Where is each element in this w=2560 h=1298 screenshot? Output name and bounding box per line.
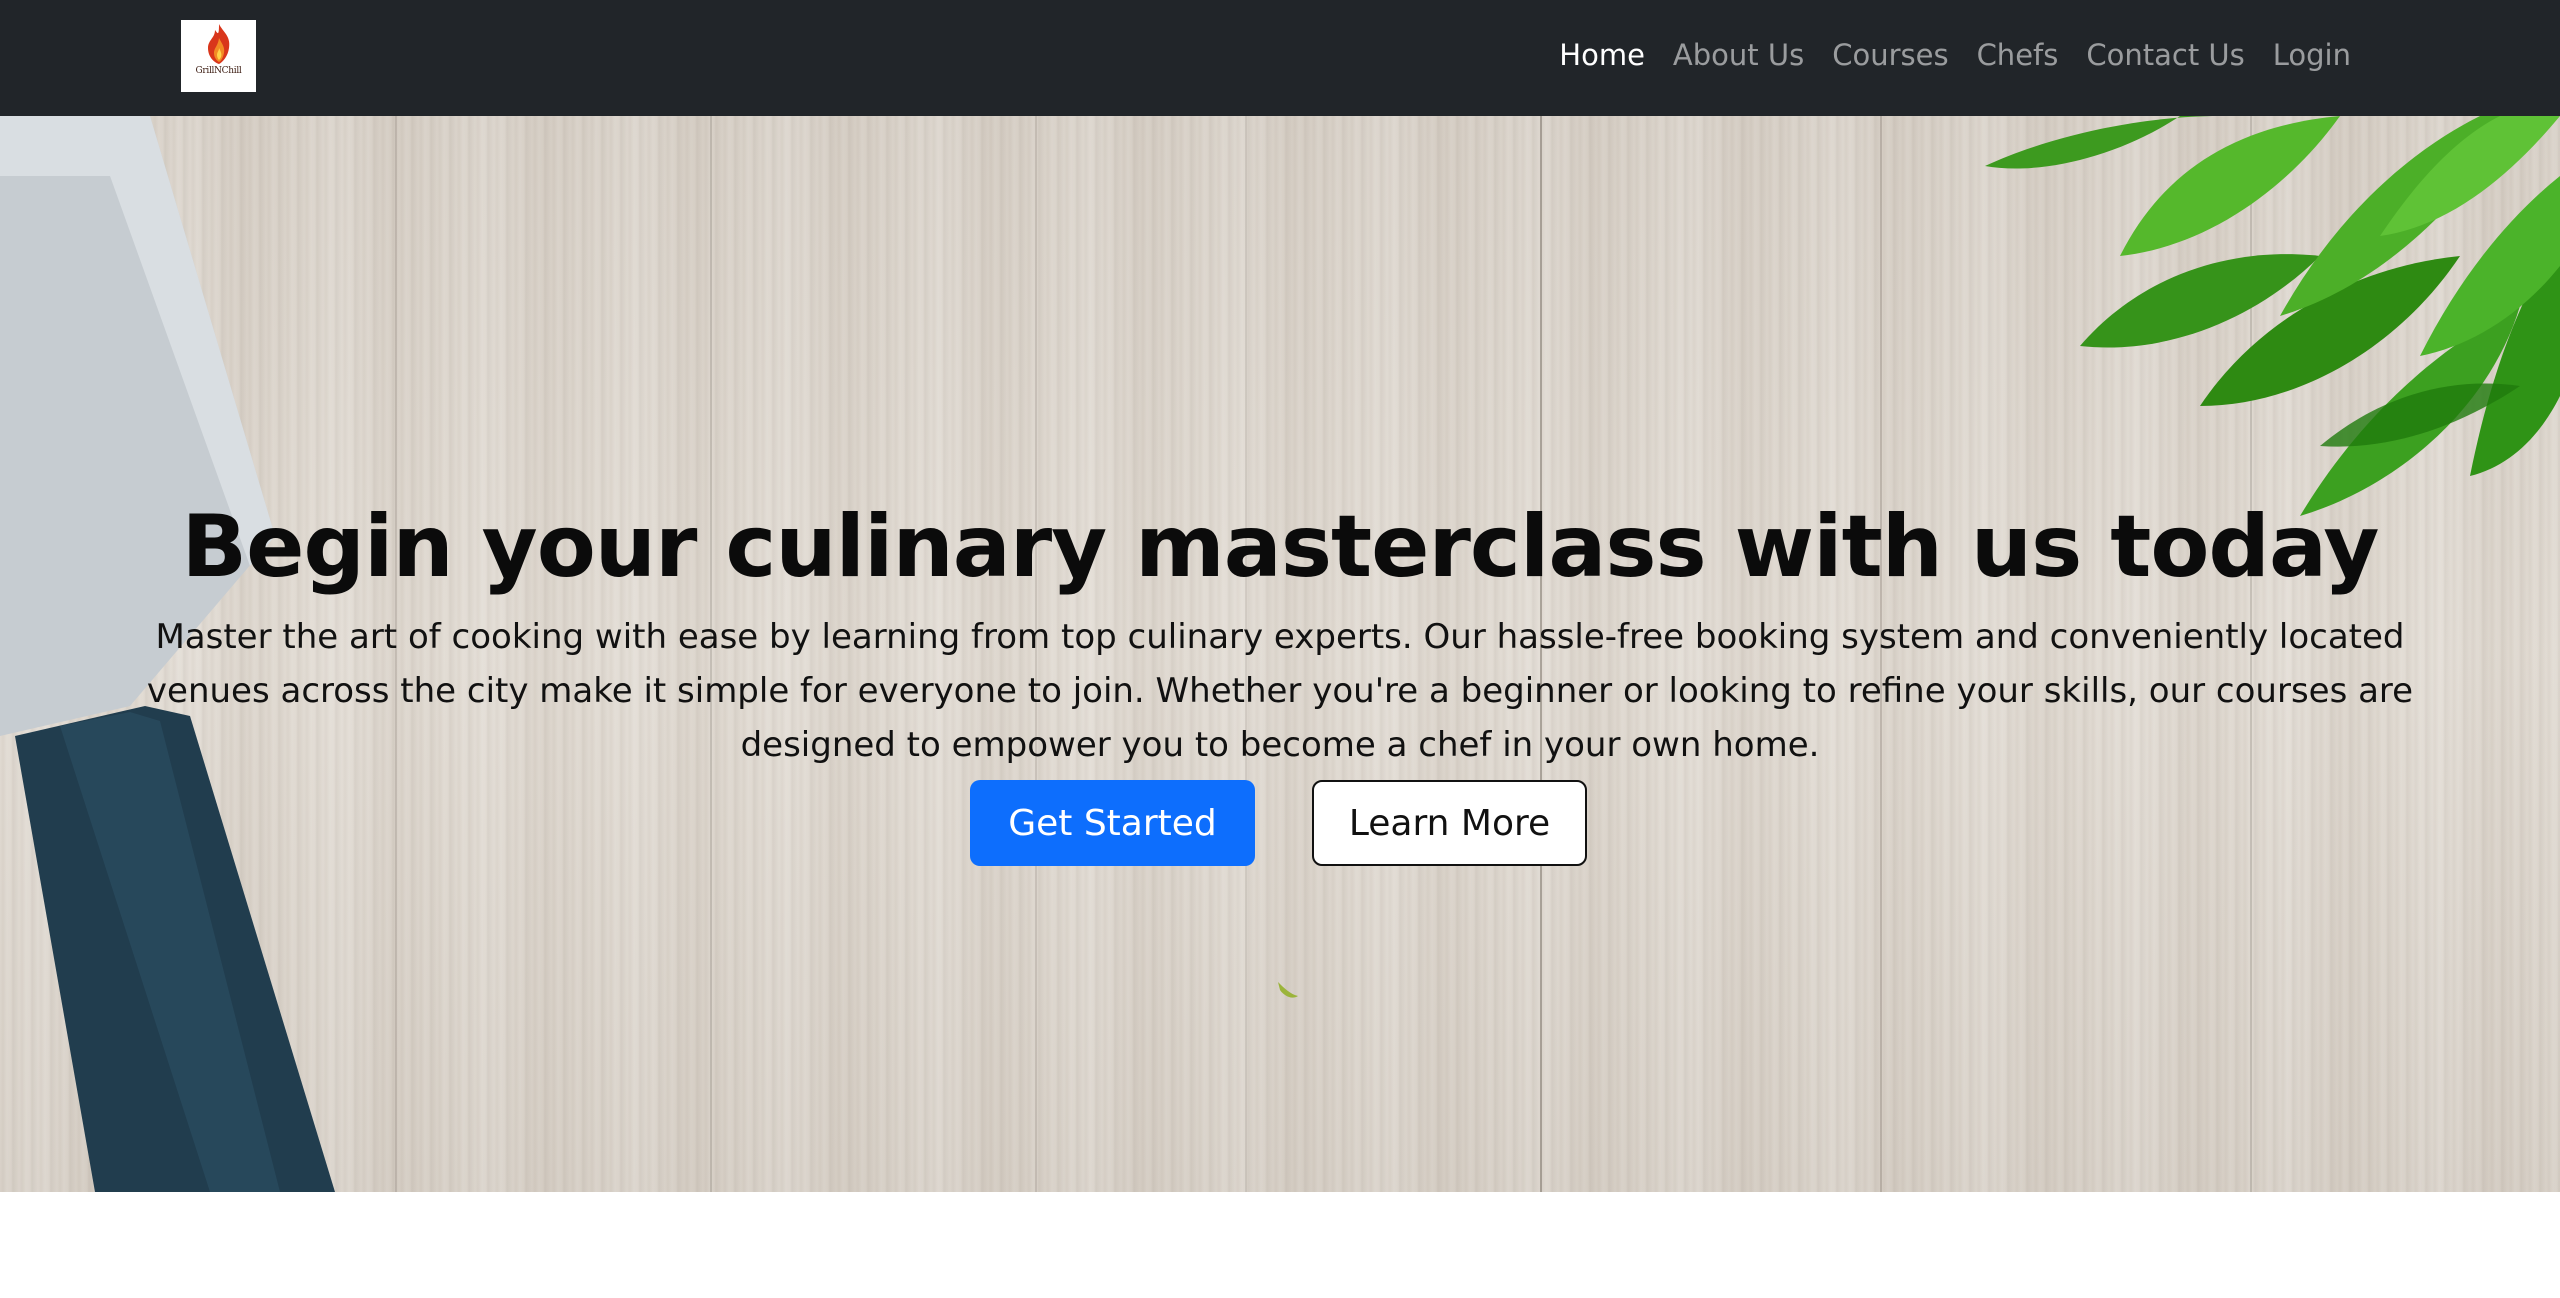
herb-speck (1278, 982, 1298, 998)
nav-chefs[interactable]: Chefs (1963, 33, 2073, 77)
nav-links: Home About Us Courses Chefs Contact Us L… (1545, 33, 2365, 77)
hero-section: Begin your culinary masterclass with us … (0, 116, 2560, 1192)
brand-logo[interactable]: GrillNChill (181, 20, 256, 92)
navbar: GrillNChill Home About Us Courses Chefs … (0, 0, 2560, 116)
nav-home[interactable]: Home (1545, 33, 1659, 77)
hero-description: Master the art of cooking with ease by l… (146, 617, 2414, 765)
nav-login[interactable]: Login (2259, 33, 2365, 77)
logo-text: GrillNChill (195, 66, 242, 76)
flame-logo-icon (208, 24, 230, 64)
nav-courses[interactable]: Courses (1818, 33, 1962, 77)
hero-title: Begin your culinary masterclass with us … (181, 496, 2380, 597)
learn-more-button[interactable]: Learn More (1312, 780, 1587, 866)
nav-contact-us[interactable]: Contact Us (2072, 33, 2258, 77)
basil-leaves (1985, 116, 2560, 516)
nav-about-us[interactable]: About Us (1659, 33, 1818, 77)
get-started-button[interactable]: Get Started (970, 780, 1255, 866)
